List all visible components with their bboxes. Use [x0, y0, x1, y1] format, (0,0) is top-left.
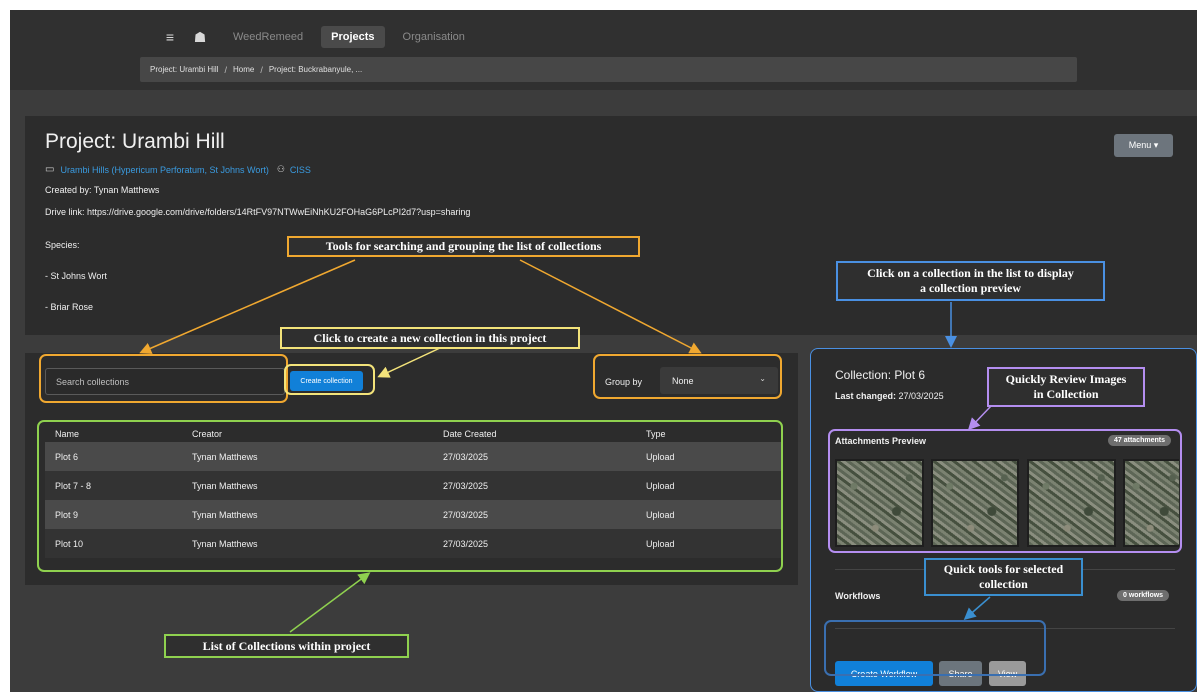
- nav-link-weedremeed[interactable]: WeedRemeed: [223, 26, 313, 48]
- last-changed: Last changed: 27/03/2025: [835, 391, 944, 401]
- annotation-label-list: List of Collections within project: [164, 634, 409, 658]
- page-title: Project: Urambi Hill: [45, 130, 225, 153]
- created-by: Created by: Tynan Matthews: [45, 185, 160, 195]
- breadcrumb-item-home[interactable]: Home: [233, 65, 254, 74]
- annotation-box-quick-tools: [824, 620, 1046, 676]
- annotation-box-attachments: [828, 429, 1182, 553]
- breadcrumb-item-buckrabanyule[interactable]: Project: Buckrabanyule, ...: [269, 65, 362, 74]
- briefcase-icon: ▭: [45, 164, 55, 175]
- annotation-box-create: [284, 364, 375, 395]
- breadcrumb-separator: /: [260, 64, 263, 75]
- annotation-line: in Collection: [1033, 387, 1099, 401]
- workflows-count-badge: 0 workflows: [1117, 590, 1170, 601]
- annotation-line: Click on a collection in the list to dis…: [867, 266, 1074, 280]
- subject-link[interactable]: Urambi Hills (Hypericum Perforatum, St J…: [60, 165, 268, 175]
- annotation-box-groupby: [593, 354, 782, 399]
- annotation-box-search: [39, 354, 288, 403]
- annotation-label-create: Click to create a new collection in this…: [280, 327, 580, 349]
- last-changed-label: Last changed:: [835, 391, 897, 401]
- annotation-line: collection: [979, 577, 1028, 591]
- nav-link-organisation[interactable]: Organisation: [393, 26, 475, 48]
- nav-link-projects[interactable]: Projects: [321, 26, 385, 48]
- annotation-label-click-collection: Click on a collection in the list to dis…: [836, 261, 1105, 301]
- annotation-label-review-images: Quickly Review Images in Collection: [987, 367, 1145, 407]
- last-changed-value: 27/03/2025: [898, 391, 944, 401]
- home-icon[interactable]: ☗: [185, 29, 215, 46]
- menu-button[interactable]: Menu ▾: [1114, 134, 1173, 157]
- annotation-line: a collection preview: [919, 281, 1022, 295]
- users-icon: ⚇: [276, 164, 285, 174]
- drive-link: Drive link: https://drive.google.com/dri…: [45, 207, 471, 217]
- top-navbar: ≡ ☗ WeedRemeed Projects Organisation Pro…: [10, 10, 1197, 90]
- breadcrumb: Project: Urambi Hill / Home / Project: B…: [140, 57, 1077, 82]
- preview-title: Collection: Plot 6: [835, 368, 926, 382]
- hamburger-icon[interactable]: ≡: [155, 29, 185, 45]
- species-label: Species:: [45, 240, 80, 250]
- project-header-card: Project: Urambi Hill ▭ Urambi Hills (Hyp…: [25, 116, 1197, 335]
- species-item: - Briar Rose: [45, 302, 94, 312]
- species-item: - St Johns Wort: [45, 271, 107, 281]
- breadcrumb-separator: /: [224, 64, 227, 75]
- nav-row: ≡ ☗ WeedRemeed Projects Organisation: [155, 25, 475, 49]
- annotation-label-search-tools: Tools for searching and grouping the lis…: [287, 236, 640, 257]
- annotation-box-table: [37, 420, 783, 572]
- organisation-link[interactable]: CISS: [290, 165, 311, 175]
- annotation-line: Quickly Review Images: [1005, 372, 1127, 386]
- annotation-label-quick-tools: Quick tools for selected collection: [924, 558, 1083, 596]
- annotation-line: Quick tools for selected: [943, 562, 1064, 576]
- workflows-label: Workflows: [835, 591, 881, 601]
- breadcrumb-item-project[interactable]: Project: Urambi Hill: [150, 65, 218, 74]
- project-meta: ▭ Urambi Hills (Hypericum Perforatum, St…: [45, 164, 311, 175]
